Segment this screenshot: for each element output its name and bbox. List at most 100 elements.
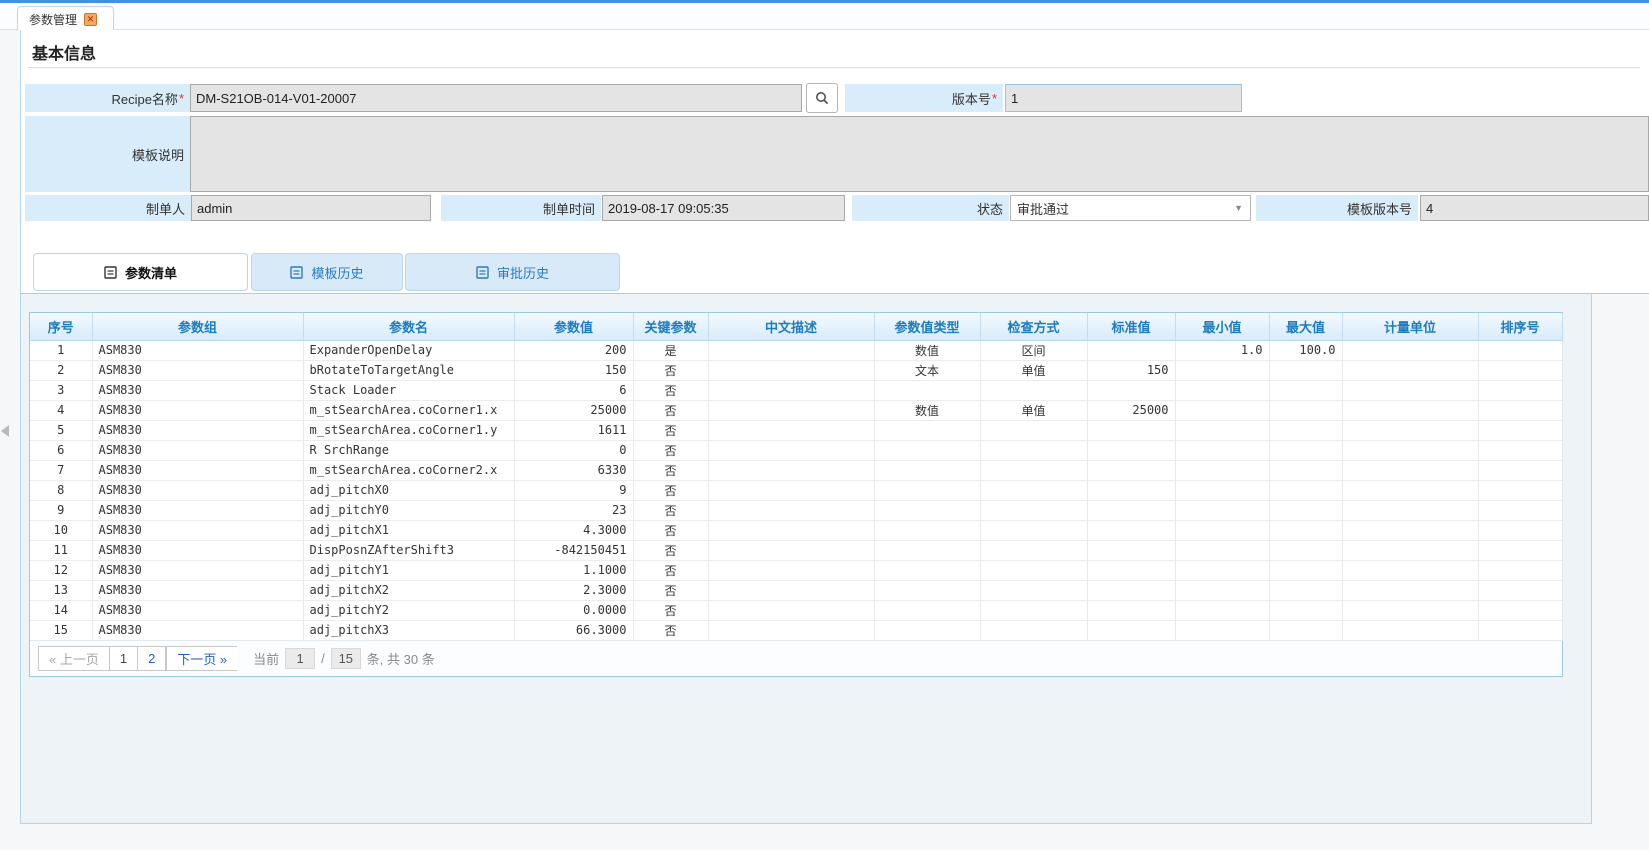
cell: 否 xyxy=(633,580,708,600)
current-label: 当前 xyxy=(253,649,279,668)
subtab-template-history[interactable]: 模板历史 xyxy=(251,253,403,291)
column-header-3[interactable]: 参数名 xyxy=(303,313,514,340)
cell xyxy=(1269,520,1342,540)
prev-page-button[interactable]: « 上一页 xyxy=(38,646,109,671)
cell xyxy=(874,560,980,580)
column-header-10[interactable]: 最小值 xyxy=(1175,313,1269,340)
current-page-input[interactable]: 1 xyxy=(285,648,315,669)
cell: 3 xyxy=(30,380,92,400)
cell: 1611 xyxy=(514,420,633,440)
list-icon xyxy=(104,266,117,279)
column-header-13[interactable]: 排序号 xyxy=(1478,313,1562,340)
cell xyxy=(1342,580,1478,600)
column-header-12[interactable]: 计量单位 xyxy=(1342,313,1478,340)
cell xyxy=(1478,580,1562,600)
cell xyxy=(1478,340,1562,360)
table-row[interactable]: 5ASM830m_stSearchArea.coCorner1.y1611否 xyxy=(30,420,1562,440)
cell xyxy=(980,620,1087,640)
next-page-button[interactable]: 下一页 » xyxy=(166,646,237,671)
cell xyxy=(1175,420,1269,440)
table-row[interactable]: 2ASM830bRotateToTargetAngle150否文本单值150 xyxy=(30,360,1562,380)
table-row[interactable]: 4ASM830m_stSearchArea.coCorner1.x25000否数… xyxy=(30,400,1562,420)
cell xyxy=(1175,620,1269,640)
subtab-parameter-list[interactable]: 参数清单 xyxy=(33,253,248,291)
cell: 否 xyxy=(633,600,708,620)
template-desc-textarea[interactable] xyxy=(190,116,1649,192)
cell xyxy=(1175,380,1269,400)
table-row[interactable]: 8ASM830adj_pitchX09否 xyxy=(30,480,1562,500)
column-header-6[interactable]: 中文描述 xyxy=(708,313,874,340)
cell xyxy=(1478,560,1562,580)
status-select[interactable]: 审批通过▼ xyxy=(1010,195,1251,221)
cell: 否 xyxy=(633,380,708,400)
table-row[interactable]: 10ASM830adj_pitchX14.3000否 xyxy=(30,520,1562,540)
collapse-panel-handle[interactable] xyxy=(1,425,9,437)
table-row[interactable]: 14ASM830adj_pitchY20.0000否 xyxy=(30,600,1562,620)
recipe-name-field[interactable]: DM-S21OB-014-V01-20007 xyxy=(190,84,802,112)
tab-parameter-management[interactable]: 参数管理 ✕ xyxy=(17,6,114,31)
table-row[interactable]: 11ASM830DispPosnZAfterShift3-842150451否 xyxy=(30,540,1562,560)
cell: 单值 xyxy=(980,360,1087,380)
column-header-8[interactable]: 检查方式 xyxy=(980,313,1087,340)
template-version-field[interactable]: 4 xyxy=(1420,195,1649,221)
cell xyxy=(1087,420,1175,440)
cell xyxy=(1342,520,1478,540)
create-time-label: 制单时间 xyxy=(441,195,601,221)
column-header-2[interactable]: 参数组 xyxy=(92,313,303,340)
version-field[interactable]: 1 xyxy=(1005,84,1242,112)
cell xyxy=(980,480,1087,500)
column-header-4[interactable]: 参数值 xyxy=(514,313,633,340)
table-row[interactable]: 6ASM830R SrchRange0否 xyxy=(30,440,1562,460)
page-button-2[interactable]: 2 xyxy=(137,646,166,671)
column-header-5[interactable]: 关键参数 xyxy=(633,313,708,340)
cell: 数值 xyxy=(874,340,980,360)
cell xyxy=(874,380,980,400)
tab-title: 参数管理 xyxy=(29,11,77,28)
cell: 200 xyxy=(514,340,633,360)
cell xyxy=(1269,460,1342,480)
column-header-11[interactable]: 最大值 xyxy=(1269,313,1342,340)
column-header-9[interactable]: 标准值 xyxy=(1087,313,1175,340)
cell: -842150451 xyxy=(514,540,633,560)
recipe-search-button[interactable] xyxy=(806,83,838,113)
cell xyxy=(1175,560,1269,580)
cell xyxy=(980,540,1087,560)
table-row[interactable]: 15ASM830adj_pitchX366.3000否 xyxy=(30,620,1562,640)
cell: ExpanderOpenDelay xyxy=(303,340,514,360)
cell: 区间 xyxy=(980,340,1087,360)
cell xyxy=(980,500,1087,520)
cell: 否 xyxy=(633,620,708,640)
create-time-field[interactable]: 2019-08-17 09:05:35 xyxy=(602,195,845,221)
cell xyxy=(1342,360,1478,380)
column-header-1[interactable]: 序号 xyxy=(30,313,92,340)
search-icon xyxy=(815,91,829,105)
cell: 单值 xyxy=(980,400,1087,420)
cell xyxy=(1342,340,1478,360)
table-row[interactable]: 3ASM830Stack Loader6否 xyxy=(30,380,1562,400)
table-row[interactable]: 12ASM830adj_pitchY11.1000否 xyxy=(30,560,1562,580)
page-size-input[interactable]: 15 xyxy=(331,648,361,669)
cell: m_stSearchArea.coCorner1.x xyxy=(303,400,514,420)
cell: adj_pitchX2 xyxy=(303,580,514,600)
table-row[interactable]: 1ASM830ExpanderOpenDelay200是数值区间1.0100.0 xyxy=(30,340,1562,360)
table-row[interactable]: 9ASM830adj_pitchY023否 xyxy=(30,500,1562,520)
cell xyxy=(874,540,980,560)
close-icon[interactable]: ✕ xyxy=(84,13,97,26)
table-row[interactable]: 13ASM830adj_pitchX22.3000否 xyxy=(30,580,1562,600)
title-divider xyxy=(28,67,1640,68)
column-header-7[interactable]: 参数值类型 xyxy=(874,313,980,340)
page-button-1[interactable]: 1 xyxy=(109,646,137,671)
table-row[interactable]: 7ASM830m_stSearchArea.coCorner2.x6330否 xyxy=(30,460,1562,480)
cell: R SrchRange xyxy=(303,440,514,460)
cell xyxy=(708,380,874,400)
cell xyxy=(1087,460,1175,480)
subtab-approval-history[interactable]: 审批历史 xyxy=(405,253,620,291)
cell xyxy=(708,620,874,640)
cell: ASM830 xyxy=(92,400,303,420)
cell xyxy=(1269,420,1342,440)
cell xyxy=(1478,620,1562,640)
cell xyxy=(708,420,874,440)
cell xyxy=(1269,380,1342,400)
creator-field[interactable]: admin xyxy=(191,195,431,221)
cell xyxy=(1478,600,1562,620)
